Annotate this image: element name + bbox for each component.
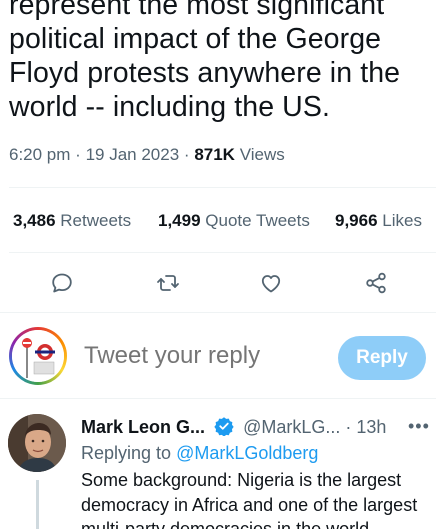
likes-stat[interactable]: 9,966 Likes: [335, 211, 422, 231]
author-name[interactable]: Mark Leon G...: [81, 417, 205, 437]
verified-badge-icon: [214, 416, 234, 441]
reply-text: Some background: Nigeria is the largest …: [81, 468, 431, 529]
divider: [9, 252, 436, 253]
reply-text-line: multi-party democracies in the world.: [81, 519, 375, 529]
likes-label: Likes: [382, 211, 422, 230]
reply-time[interactable]: · 13h: [345, 417, 386, 437]
likes-count: 9,966: [335, 211, 378, 230]
reply-text-line: democracy in Africa and one of the large…: [81, 494, 418, 515]
tweet-time[interactable]: 6:20 pm: [9, 145, 70, 164]
replying-to-label: Replying to: [81, 443, 172, 463]
reply-button[interactable]: Reply: [338, 336, 426, 380]
divider: [0, 398, 436, 399]
reply-icon[interactable]: [49, 270, 75, 296]
reply-author-row: Mark Leon G... @MarkLG... · 13h: [81, 416, 386, 441]
quote-tweets-count: 1,499: [158, 211, 201, 230]
tweet-date[interactable]: 19 Jan 2023: [86, 145, 180, 164]
separator: ·: [183, 145, 190, 164]
retweets-label: Retweets: [60, 211, 132, 230]
tweet-metadata: 6:20 pm · 19 Jan 2023 · 871K Views: [9, 145, 285, 165]
tweet-actions: [0, 262, 436, 302]
like-icon[interactable]: [258, 270, 284, 296]
reply-input[interactable]: [84, 342, 324, 370]
retweet-icon[interactable]: [155, 270, 181, 296]
replying-to: Replying to @MarkLGoldberg: [81, 443, 318, 464]
reply-text-line: Some background: Nigeria is the largest: [81, 470, 402, 490]
separator: ·: [75, 145, 81, 164]
retweets-stat[interactable]: 3,486 Retweets: [13, 211, 131, 231]
quote-tweets-label: Quote Tweets: [205, 211, 310, 230]
tweet-text-line: represent the most significant: [9, 0, 385, 21]
views-count: 871K: [194, 145, 235, 164]
more-options-icon[interactable]: •••: [408, 416, 430, 437]
thread-line: [36, 480, 39, 529]
tweet-text-line: political impact of the George: [9, 23, 382, 55]
avatar[interactable]: [9, 327, 67, 385]
avatar-image: [12, 330, 64, 382]
retweets-count: 3,486: [13, 211, 56, 230]
tweet-text: represent the most significant political…: [9, 0, 429, 124]
replying-to-mention[interactable]: @MarkLGoldberg: [176, 443, 318, 463]
reply-composer: Reply: [0, 322, 436, 392]
avatar[interactable]: [8, 414, 66, 472]
tweet-text-line: Floyd protests anywhere in the: [9, 57, 401, 89]
quote-tweets-stat[interactable]: 1,499 Quote Tweets: [158, 211, 310, 231]
tweet-text-line: world -- including the US.: [9, 91, 330, 123]
divider: [0, 312, 436, 313]
views-label: Views: [239, 145, 285, 164]
author-handle[interactable]: @MarkLG...: [243, 417, 340, 437]
reply-tweet[interactable]: Mark Leon G... @MarkLG... · 13h ••• Repl…: [0, 400, 436, 529]
share-icon[interactable]: [363, 270, 389, 296]
divider: [9, 187, 436, 188]
